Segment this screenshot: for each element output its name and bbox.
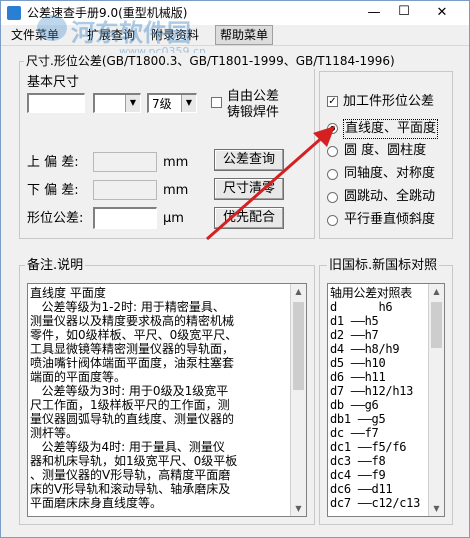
red-arrow-annotation — [206, 126, 335, 241]
notes-scrollbar[interactable]: ▲ ▼ — [290, 284, 306, 516]
upper-deviation-field — [93, 152, 157, 172]
tolerance-zone-combo[interactable]: ▼ — [93, 93, 141, 113]
machined-part-label: 加工件形位公差 — [343, 94, 435, 109]
text-line: 测杆等。 — [30, 426, 79, 440]
text-line: 工具显微镜等精密测量仪器的导轨面， — [30, 342, 235, 356]
basic-size-input[interactable] — [27, 93, 85, 113]
text-line: d7 ——h12/h13 — [330, 384, 414, 398]
grade-combo[interactable]: 7级 ▼ — [147, 93, 197, 113]
option-coaxiality-symmetry[interactable]: 同轴度、对称度 — [344, 166, 435, 182]
free-tolerance-checkbox[interactable] — [211, 97, 222, 108]
text-line: dc4 ——f9 — [330, 468, 386, 482]
text-line: d1 ——h5 — [330, 314, 379, 328]
text-line: dc6 ——d11 — [330, 482, 393, 496]
machined-part-checkbox[interactable]: ✓ — [327, 96, 338, 107]
text-line: 直线度 平面度 — [30, 286, 106, 300]
chevron-down-icon[interactable]: ▼ — [125, 95, 140, 112]
close-button[interactable]: ✕ — [427, 5, 457, 21]
standards-textarea[interactable]: 轴用公差对照表 d h6 d1 ——h5 d2 ——h7 d4 ——h8/h9 d5 ——… — [327, 283, 445, 517]
standards-text: 轴用公差对照表 d h6 d1 ——h5 d2 ——h7 d4 ——h8/h9 d5 ——… — [330, 286, 428, 510]
scroll-down-icon[interactable]: ▼ — [429, 501, 444, 516]
watermark-logo — [37, 15, 67, 41]
lower-deviation-unit: mm — [163, 183, 189, 198]
lower-deviation-field — [93, 180, 157, 200]
option-runout-total-runout[interactable]: 圆跳动、全跳动 — [344, 189, 435, 205]
watermark-text: 河东软件园 — [71, 19, 191, 47]
option-parallel-perpendicular-angularity[interactable]: 平行垂直倾斜度 — [344, 212, 435, 228]
scroll-up-icon[interactable]: ▲ — [429, 284, 444, 299]
option-straightness-flatness[interactable]: 直线度、平面度 — [343, 119, 439, 139]
standards-scrollbar[interactable]: ▲ ▼ — [428, 284, 444, 516]
scroll-up-icon[interactable]: ▲ — [291, 284, 306, 299]
minimize-button[interactable]: — — [359, 5, 389, 21]
text-line: 尺工作面，1级样板平尺的工作面，测 — [30, 398, 230, 412]
text-line: dc1 ——f5/f6 — [330, 440, 407, 454]
text-line: 公差等级为1-2时: 用于精密量具、 — [30, 300, 225, 314]
text-line: db1 ——g5 — [330, 412, 386, 426]
text-line: dc ——f7 — [330, 426, 379, 440]
text-line: 端面的平面度等。 — [30, 370, 127, 384]
text-line: d h6 — [330, 300, 393, 314]
text-line: d6 ——h11 — [330, 370, 386, 384]
red-arrow-line — [206, 133, 326, 241]
text-line: 测量仪器以及精度要求极高的精密机械 — [30, 314, 235, 328]
app-icon — [7, 6, 21, 20]
text-line: 器和机床导轨，如1级宽平尺、0级平板 — [30, 454, 238, 468]
text-line: db ——g6 — [330, 398, 379, 412]
size-tolerance-group-title: 尺寸.形位公差(GB/T1800.3、GB/T1801-1999、GB/T118… — [24, 53, 397, 69]
free-tolerance-label: 自由公差 — [227, 89, 280, 104]
notes-textarea[interactable]: 直线度 平面度 公差等级为1-2时: 用于精密量具、 测量仪器以及精度要求极高的精… — [27, 283, 307, 517]
standards-group-title: 旧国标.新国标对照 — [327, 258, 440, 274]
form-tolerance-unit: μm — [163, 211, 184, 226]
chevron-down-icon[interactable]: ▼ — [181, 95, 196, 112]
lower-deviation-label: 下 偏 差: — [27, 183, 79, 198]
upper-deviation-label: 上 偏 差: — [27, 155, 79, 170]
upper-deviation-unit: mm — [163, 155, 189, 170]
text-line: 喷油嘴针阀体端面平面度，油泵柱塞套 — [30, 356, 235, 370]
grade-value: 7级 — [152, 97, 172, 111]
menu-help[interactable]: 帮助菜单 — [215, 25, 274, 45]
text-line: d2 ——h7 — [330, 328, 379, 342]
notes-text: 直线度 平面度 公差等级为1-2时: 用于精密量具、 测量仪器以及精度要求极高的精… — [30, 286, 288, 510]
maximize-button[interactable]: ☐ — [389, 4, 419, 20]
basic-size-label: 基本尺寸 — [27, 75, 80, 90]
text-line: d4 ——h8/h9 — [330, 342, 400, 356]
scroll-down-icon[interactable]: ▼ — [291, 501, 306, 516]
option-roundness-cylindricity[interactable]: 圆 度、圆柱度 — [344, 143, 426, 159]
form-tolerance-label: 形位公差: — [27, 211, 84, 226]
form-tolerance-input[interactable] — [93, 207, 157, 229]
text-line: 床的V形导轨和滚动导轨、轴承磨床及 — [30, 482, 231, 496]
casting-label: 铸锻焊件 — [227, 105, 280, 120]
text-line: 、测量仪器的V形导轨，高精度平面磨 — [30, 468, 231, 482]
text-line: 公差等级为4时: 用于量具、测量仪 — [30, 440, 225, 454]
app-window: 公差速查手册9.0(重型机械版) — ☐ ✕ 文件菜单 扩展查询 附录资料 帮助… — [0, 0, 470, 538]
text-line: d5 ——h10 — [330, 356, 386, 370]
text-line: dc7 ——c12/c13 — [330, 496, 421, 510]
notes-group-title: 备注.说明 — [25, 258, 86, 274]
text-line: 公差等级为3时: 用于0级及1级宽平 — [30, 384, 229, 398]
scroll-thumb[interactable] — [431, 302, 442, 348]
text-line: 量仪器圆弧导轨的直线度、测量仪器的 — [30, 412, 235, 426]
scroll-thumb[interactable] — [293, 302, 304, 390]
text-line: 平面磨床床身直线度等。 — [30, 496, 163, 510]
text-line: dc3 ——f8 — [330, 454, 386, 468]
text-line: 轴用公差对照表 — [330, 286, 412, 300]
text-line: 零件，如0级样板、平尺、0级宽平尺、 — [30, 328, 238, 342]
